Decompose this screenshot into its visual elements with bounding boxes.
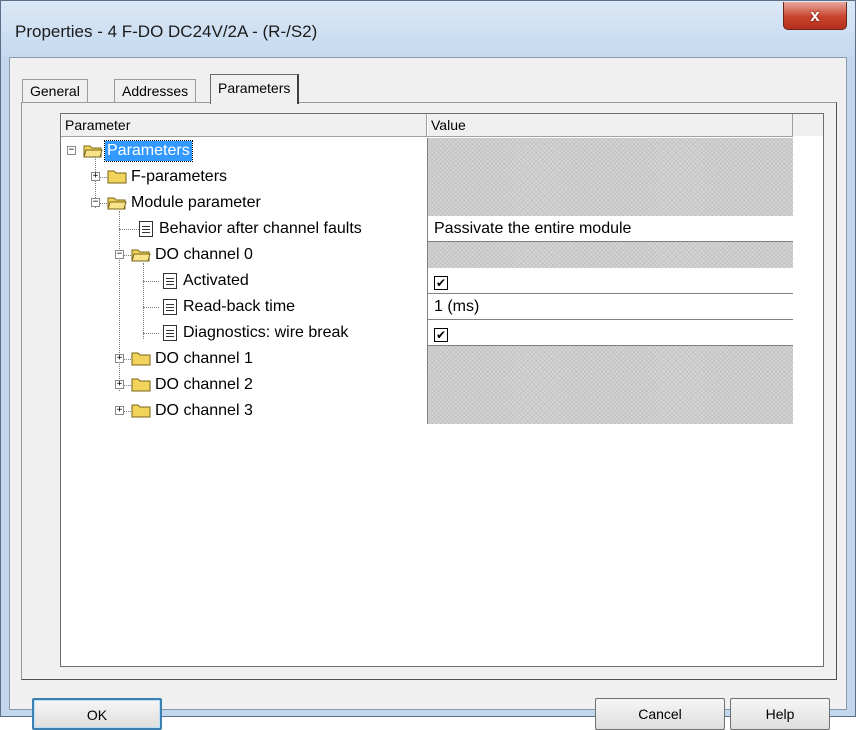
open-folder-icon — [83, 145, 103, 158]
close-button[interactable]: x — [783, 2, 847, 30]
parameters-tab-panel: Parameter Value − Parameters + F-paramet… — [21, 102, 837, 680]
value-cell-checkbox: ✔ — [427, 320, 793, 346]
window-title: Properties - 4 F-DO DC24V/2A - (R-/S2) — [15, 22, 318, 41]
ok-button[interactable]: OK — [32, 698, 162, 730]
wire-break-checkbox[interactable]: ✔ — [434, 328, 448, 342]
parameter-document-icon — [139, 221, 153, 237]
collapse-icon[interactable]: − — [67, 146, 76, 155]
value-cell-empty — [427, 190, 793, 216]
title-bar[interactable]: Properties - 4 F-DO DC24V/2A - (R-/S2) x — [1, 1, 855, 57]
tree-label: DO channel 3 — [155, 402, 253, 419]
folder-icon — [107, 170, 127, 184]
value-cell-empty — [427, 372, 793, 398]
grid-header: Parameter Value — [61, 114, 823, 137]
tree-label: F-parameters — [131, 168, 228, 185]
tree-row-do-channel-3[interactable]: + DO channel 3 — [61, 398, 793, 424]
tree-label: Read-back time — [183, 298, 296, 315]
tab-parameters[interactable]: Parameters — [210, 74, 300, 104]
activated-checkbox[interactable]: ✔ — [434, 276, 448, 290]
open-folder-icon — [107, 197, 127, 210]
tree-row-module-parameter[interactable]: − Module parameter — [61, 190, 793, 216]
value-cell-checkbox: ✔ — [427, 268, 793, 294]
folder-icon — [131, 378, 151, 392]
tree-label: DO channel 2 — [155, 376, 253, 393]
tree-label: Activated — [183, 272, 249, 289]
tree-row-f-parameters[interactable]: + F-parameters — [61, 164, 793, 190]
tree-label: DO channel 0 — [155, 246, 253, 263]
expand-icon[interactable]: + — [115, 354, 124, 363]
close-icon: x — [810, 5, 820, 25]
tree-label: DO channel 1 — [155, 350, 253, 367]
expand-icon[interactable]: + — [115, 406, 124, 415]
value-cell-dropdown[interactable]: Passivate the entire module — [427, 216, 793, 242]
value-cell-empty — [427, 346, 793, 372]
parameter-document-icon — [163, 273, 177, 289]
tree-row-behavior-after-channel-faults[interactable]: Behavior after channel faults Passivate … — [61, 216, 793, 242]
folder-icon — [131, 404, 151, 418]
value-cell-empty — [427, 164, 793, 190]
tree-label: Behavior after channel faults — [159, 220, 362, 237]
collapse-icon[interactable]: − — [115, 250, 124, 259]
tree-label: Diagnostics: wire break — [183, 324, 349, 341]
open-folder-icon — [131, 249, 151, 262]
value-cell-dropdown[interactable]: 1 (ms) — [427, 294, 793, 320]
tree-row-do-channel-1[interactable]: + DO channel 1 — [61, 346, 793, 372]
help-button[interactable]: Help — [730, 698, 830, 730]
value-cell-empty — [427, 138, 793, 164]
expand-icon[interactable]: + — [91, 172, 100, 181]
tree-row-activated[interactable]: Activated ✔ — [61, 268, 793, 294]
value-cell-empty — [427, 398, 793, 424]
parameter-document-icon — [163, 325, 177, 341]
column-header-parameter[interactable]: Parameter — [61, 114, 427, 136]
dialog-client-area: General Addresses Parameters Parameter V… — [9, 57, 847, 730]
tab-general[interactable]: General — [22, 79, 88, 103]
tree-row-diagnostics-wire-break[interactable]: Diagnostics: wire break ✔ — [61, 320, 793, 346]
collapse-icon[interactable]: − — [91, 198, 100, 207]
parameter-grid[interactable]: Parameter Value − Parameters + F-paramet… — [60, 113, 824, 667]
tree-row-do-channel-0[interactable]: − DO channel 0 — [61, 242, 793, 268]
tab-addresses[interactable]: Addresses — [114, 79, 197, 103]
parameter-document-icon — [163, 299, 177, 315]
tree-row-parameters[interactable]: − Parameters — [61, 138, 793, 164]
tree-row-read-back-time[interactable]: Read-back time 1 (ms) — [61, 294, 793, 320]
cancel-button[interactable]: Cancel — [595, 698, 725, 730]
expand-icon[interactable]: + — [115, 380, 124, 389]
grid-blank-area — [793, 136, 823, 666]
value-cell-empty — [427, 242, 793, 268]
properties-dialog: Properties - 4 F-DO DC24V/2A - (R-/S2) x… — [0, 0, 856, 730]
tree-row-do-channel-2[interactable]: + DO channel 2 — [61, 372, 793, 398]
column-header-value[interactable]: Value — [427, 114, 793, 136]
tree-label: Parameters — [104, 140, 193, 162]
folder-icon — [131, 352, 151, 366]
tree-label: Module parameter — [131, 194, 261, 211]
